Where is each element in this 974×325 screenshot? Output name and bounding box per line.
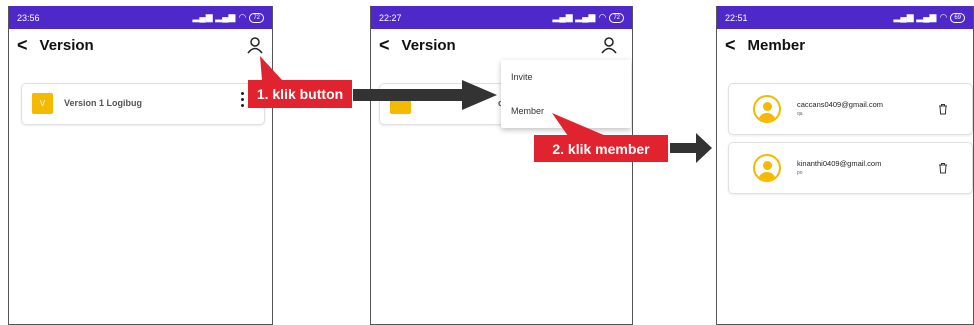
arrow-1: [353, 80, 497, 110]
arrow-2: [670, 133, 712, 163]
annotation-arrows: [260, 56, 712, 163]
callout-pointer-2: [552, 113, 606, 136]
callout-step-2: 2. klik member: [534, 135, 668, 162]
callout-pointer-1: [260, 56, 282, 80]
callout-step-1: 1. klik button: [248, 80, 352, 108]
